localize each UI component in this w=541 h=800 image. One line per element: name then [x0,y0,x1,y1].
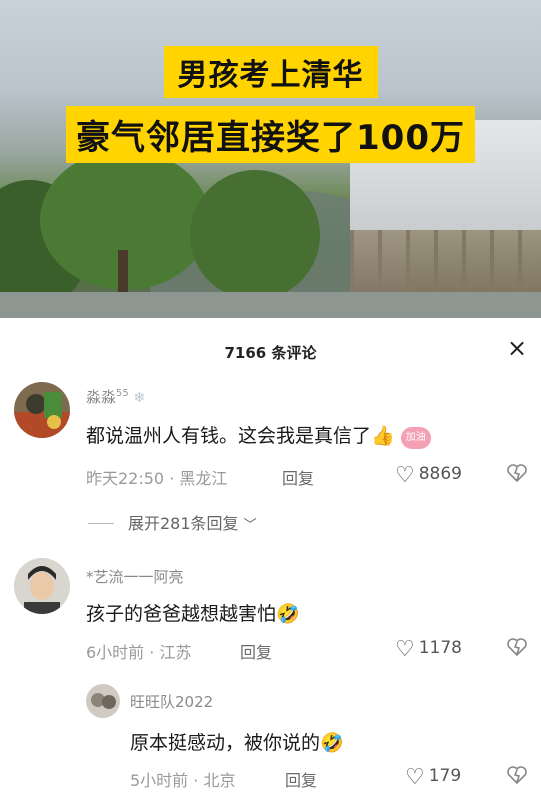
reply-button[interactable]: 回复 [285,767,317,791]
video-caption-line1: 男孩考上清华 [0,46,541,98]
comment-meta: 6小时前 · 江苏 [86,643,192,662]
heart-icon: ♡ [395,463,415,488]
reply-text: 原本挺感动，被你说的🤣 [130,732,344,754]
comments-sheet: 7166 条评论 × 淼淼55 ❄ 都说温州人有钱。这会我是真信了👍 加油 昨天… [0,318,541,800]
dislike-icon[interactable] [506,636,528,663]
jiayou-sticker-icon: 加油 [400,427,431,449]
snowflake-icon: ❄ [133,390,146,406]
ground [0,292,541,318]
reply-button[interactable]: 回复 [240,639,272,663]
video-preview[interactable]: 男孩考上清华 豪气邻居直接奖了100万 [0,0,541,318]
comments-count-title: 7166 条评论 [224,344,317,362]
chevron-down-icon: ﹀ [243,518,257,533]
heart-icon: ♡ [405,765,425,790]
like-button[interactable]: ♡ 8869 [395,463,462,488]
close-icon[interactable]: × [507,336,527,360]
comment-username[interactable]: *艺流一一阿亮 [86,566,184,587]
video-caption-line2: 豪气邻居直接奖了100万 [0,106,541,163]
tree [190,170,320,300]
heart-icon: ♡ [395,637,415,662]
comment-text: 孩子的爸爸越想越害怕🤣 [86,603,300,625]
avatar[interactable] [86,684,120,718]
dislike-icon[interactable] [506,462,528,489]
reply-username[interactable]: 旺旺队2022 [130,691,213,712]
expand-replies-button[interactable]: 展开281条回复 ﹀ [88,510,257,534]
reply-button[interactable]: 回复 [282,465,314,489]
reply-meta: 5小时前 · 北京 [130,771,236,790]
avatar[interactable] [14,558,70,614]
like-button[interactable]: ♡ 1178 [395,637,462,662]
comment-text: 都说温州人有钱。这会我是真信了👍 加油 [86,421,431,449]
divider-line [88,523,114,524]
comment-username[interactable]: 淼淼55 ❄ [86,386,145,407]
like-button[interactable]: ♡ 179 [405,765,461,790]
dislike-icon[interactable] [506,764,528,791]
comment-meta: 昨天22:50 · 黑龙江 [86,469,228,488]
avatar[interactable] [14,382,70,438]
user-level-badge: 55 [116,388,129,399]
